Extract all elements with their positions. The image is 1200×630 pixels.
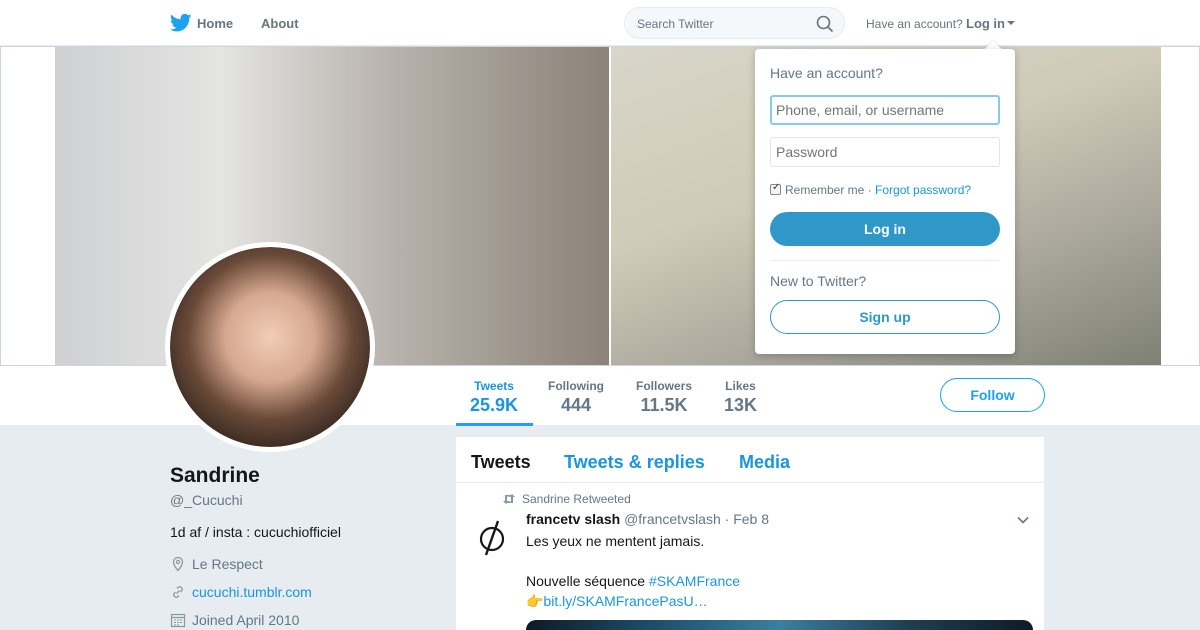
stat-likes[interactable]: Likes 13K	[724, 379, 757, 416]
tweet-line-text: Nouvelle séquence	[526, 573, 649, 589]
tweet-author-handle[interactable]: @francetvslash	[624, 511, 721, 527]
remember-label[interactable]: Remember me	[785, 183, 864, 197]
twitter-bird-icon[interactable]	[170, 13, 192, 33]
chevron-down-icon[interactable]	[1017, 516, 1029, 524]
tweet-url-link[interactable]: 👉bit.ly/SKAMFrancePasU…	[526, 591, 1016, 611]
timeline-tabs: Tweets Tweets & replies Media	[456, 437, 1044, 483]
username-field[interactable]	[770, 95, 1000, 125]
profile-joined: Joined April 2010	[170, 612, 299, 628]
divider	[770, 260, 1000, 261]
signup-button[interactable]: Sign up	[770, 300, 1000, 334]
new-to-twitter-text: New to Twitter?	[770, 273, 867, 289]
tweet-line: Nouvelle séquence #SKAMFrance	[526, 571, 1016, 591]
remember-checkbox[interactable]	[770, 182, 781, 195]
forgot-password-link[interactable]: Forgot password?	[875, 183, 971, 197]
profile-website: cucuchi.tumblr.com	[170, 584, 312, 600]
stat-value: 13K	[724, 395, 758, 415]
stat-label: Followers	[636, 379, 693, 393]
joined-text: Joined April 2010	[192, 612, 300, 628]
profile-handle[interactable]: @_Cucuchi	[170, 492, 243, 508]
hashtag-link[interactable]: #SKAMFrance	[649, 573, 740, 589]
tab-tweets-replies[interactable]: Tweets & replies	[564, 452, 705, 473]
tweet-header: francetv slash @francetvslash · Feb 8	[526, 511, 769, 527]
website-link[interactable]: cucuchi.tumblr.com	[192, 584, 312, 600]
tweet-media[interactable]	[526, 620, 1033, 630]
login-dropdown: Have an account? Remember me · Forgot pa…	[755, 49, 1015, 354]
retweet-icon	[503, 494, 515, 504]
password-field[interactable]	[770, 137, 1000, 167]
stat-following[interactable]: Following 444	[548, 379, 604, 416]
stat-followers[interactable]: Followers 11.5K	[636, 379, 692, 416]
link-icon	[173, 586, 183, 598]
retweet-label[interactable]: Sandrine Retweeted	[522, 492, 631, 506]
calendar-icon	[170, 613, 186, 628]
follow-button[interactable]: Follow	[940, 378, 1045, 412]
stat-value: 25.9K	[470, 395, 519, 415]
stat-label: Following	[548, 379, 604, 393]
nav-about-link[interactable]: About	[261, 16, 299, 31]
profile-bio: 1d af / insta : cucuchiofficiel	[170, 524, 341, 540]
stat-label: Tweets	[474, 379, 514, 393]
remember-row: Remember me · Forgot password?	[770, 182, 971, 197]
tweet-date[interactable]: · Feb 8	[725, 511, 769, 527]
dropdown-title: Have an account?	[770, 65, 883, 81]
top-nav: Home About Search Twitter Have an accoun…	[0, 0, 1200, 46]
search-icon[interactable]	[816, 15, 834, 33]
active-tab-underline	[456, 423, 533, 426]
profile-name[interactable]: Sandrine	[170, 464, 260, 488]
tab-tweets[interactable]: Tweets	[471, 452, 531, 473]
timeline: Tweets Tweets & replies Media Sandrine R…	[456, 437, 1044, 630]
tab-media[interactable]: Media	[739, 452, 790, 473]
stat-value: 444	[560, 395, 592, 415]
have-account-text: Have an account?	[866, 17, 963, 31]
profile-avatar[interactable]	[165, 242, 375, 452]
stat-value: 11.5K	[640, 395, 688, 415]
tweet-author-name[interactable]: francetv slash	[526, 511, 620, 527]
tweet-line: Les yeux ne mentent jamais.	[526, 533, 705, 549]
login-dropdown-toggle[interactable]: Log in	[966, 16, 1005, 31]
retweet-context: Sandrine Retweeted	[502, 492, 631, 506]
slash-logo-avatar[interactable]	[476, 519, 508, 557]
search-input[interactable]: Search Twitter	[637, 17, 713, 31]
stat-tweets[interactable]: Tweets 25.9K	[470, 379, 518, 416]
caret-down-icon[interactable]	[1007, 21, 1015, 25]
avatar-photo	[170, 247, 370, 447]
separator-dot: ·	[864, 183, 876, 197]
location-text: Le Respect	[192, 556, 263, 572]
location-pin-icon	[172, 556, 184, 572]
nav-home-link[interactable]: Home	[197, 16, 233, 31]
search-box[interactable]: Search Twitter	[624, 7, 845, 39]
login-button[interactable]: Log in	[770, 212, 1000, 246]
profile-location: Le Respect	[170, 556, 263, 572]
stat-label: Likes	[725, 379, 756, 393]
tweet-text: Les yeux ne mentent jamais. Nouvelle séq…	[526, 531, 1016, 611]
